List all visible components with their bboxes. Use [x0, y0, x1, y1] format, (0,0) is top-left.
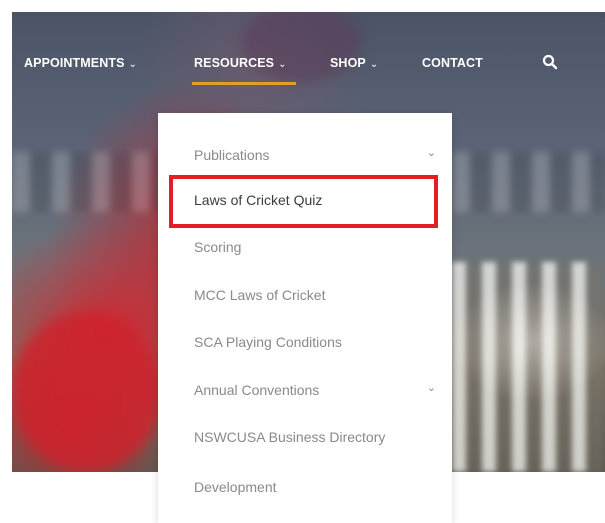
nav-resources-label: RESOURCES — [194, 56, 275, 70]
nav-contact-label: CONTACT — [422, 56, 483, 70]
chevron-down-icon: ⌄ — [278, 59, 287, 70]
nav-contact[interactable]: CONTACT — [422, 56, 483, 70]
chevron-down-icon: ⌄ — [128, 59, 137, 70]
nav-shop[interactable]: SHOP ⌄ — [330, 56, 378, 70]
menu-item-annual-conventions[interactable]: Annual Conventions ⌄ — [158, 366, 452, 413]
menu-item-label: Publications — [194, 146, 270, 163]
menu-item-label: MCC Laws of Cricket — [194, 286, 326, 303]
menu-item-development[interactable]: Development — [158, 463, 452, 510]
menu-item-publications[interactable]: Publications ⌄ — [158, 131, 452, 178]
menu-item-label: Annual Conventions — [194, 381, 320, 398]
menu-item-label: Scoring — [194, 238, 242, 255]
hero-fence — [452, 262, 602, 472]
menu-item-label: NSWCUSA Business Directory — [194, 428, 386, 445]
menu-item-label: SCA Playing Conditions — [194, 333, 342, 350]
menu-item-sca-playing-conditions[interactable]: SCA Playing Conditions — [158, 318, 452, 365]
nav-appointments-label: APPOINTMENTS — [24, 56, 125, 70]
search-icon[interactable] — [542, 54, 558, 70]
main-navigation: APPOINTMENTS ⌄ RESOURCES ⌄ SHOP ⌄ CONTACT — [12, 42, 605, 85]
hero-player — [12, 312, 162, 472]
nav-shop-label: SHOP — [330, 56, 366, 70]
menu-item-scoring[interactable]: Scoring — [158, 223, 452, 270]
menu-item-label: Development — [194, 478, 277, 495]
chevron-down-icon[interactable]: ⌄ — [427, 381, 436, 394]
chevron-down-icon[interactable]: ⌄ — [427, 146, 436, 159]
nav-resources[interactable]: RESOURCES ⌄ — [194, 56, 287, 70]
menu-item-mcc-laws[interactable]: MCC Laws of Cricket — [158, 271, 452, 318]
nav-appointments[interactable]: APPOINTMENTS ⌄ — [24, 56, 137, 70]
chevron-down-icon: ⌄ — [369, 59, 379, 70]
menu-item-business-directory[interactable]: NSWCUSA Business Directory — [158, 413, 452, 460]
active-nav-underline — [192, 82, 296, 85]
highlight-box — [169, 175, 438, 228]
